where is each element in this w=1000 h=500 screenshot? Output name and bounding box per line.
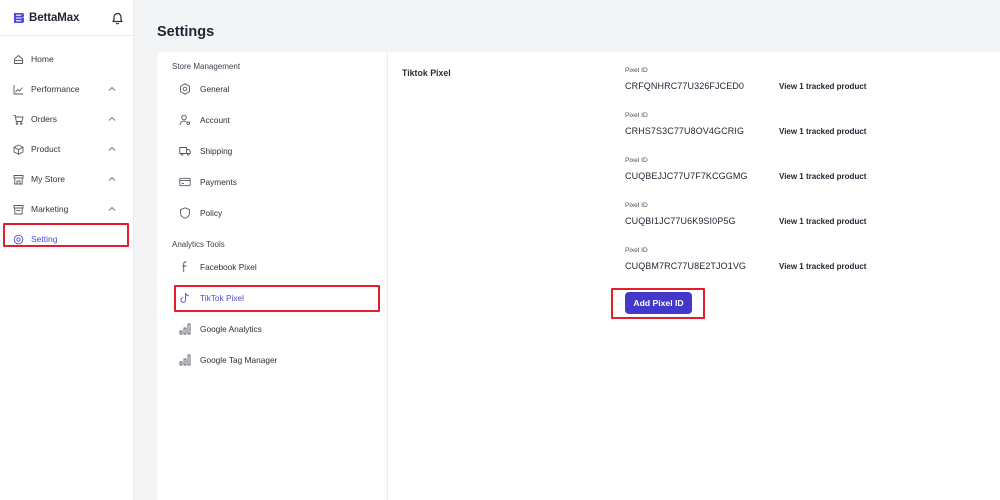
- brand[interactable]: BettaMax: [13, 10, 79, 26]
- chart-icon: [13, 84, 23, 94]
- bar-chart-icon: [179, 323, 191, 335]
- menu-label-google-analytics: Google Analytics: [200, 324, 262, 334]
- nav-item-orders[interactable]: Orders: [0, 104, 134, 134]
- shield-icon: [180, 207, 190, 219]
- chevron-up-icon[interactable]: [108, 175, 116, 183]
- settings-menu: Store Management General Account Shippin…: [157, 52, 388, 500]
- sidebar-divider: [0, 35, 134, 36]
- card-icon: [179, 177, 191, 187]
- home-icon: [14, 54, 23, 64]
- nav-label-orders: Orders: [31, 114, 57, 124]
- pixel-id-label: Pixel ID: [625, 247, 648, 254]
- bar-chart-icon: [179, 354, 191, 366]
- pixel-id-label: Pixel ID: [625, 157, 648, 164]
- analytics-tools-heading: Analytics Tools: [172, 240, 225, 249]
- nav-label-marketing: Marketing: [31, 204, 69, 214]
- page-title: Settings: [157, 24, 215, 40]
- nav-item-product[interactable]: Product: [0, 134, 134, 164]
- store-icon: [13, 174, 24, 184]
- add-pixel-id-highlight-box: [611, 288, 705, 319]
- menu-label-facebook-pixel: Facebook Pixel: [200, 262, 257, 272]
- menu-label-payments: Payments: [200, 177, 237, 187]
- nav-label-product: Product: [31, 144, 61, 154]
- nav-label-home: Home: [31, 54, 54, 64]
- view-tracked-product-link[interactable]: View 1 tracked product: [779, 127, 866, 136]
- brand-logo-icon: [14, 13, 24, 23]
- pixel-id-label: Pixel ID: [625, 67, 648, 74]
- nav-item-performance[interactable]: Performance: [0, 74, 134, 104]
- gear-icon: [180, 83, 190, 95]
- chevron-up-icon[interactable]: [108, 145, 116, 153]
- pixel-id-value: CUQBI1JC77U6K9SI0P5G: [625, 216, 736, 226]
- settings-card: Store Management General Account Shippin…: [157, 52, 1000, 500]
- facebook-icon: [182, 261, 187, 272]
- menu-item-policy[interactable]: Policy: [179, 203, 222, 223]
- pixel-id-value: CUQBM7RC77U8E2TJO1VG: [625, 261, 747, 271]
- menu-label-general: General: [200, 84, 230, 94]
- pixel-id-value: CRFQNHRC77U326FJCED0: [625, 81, 745, 91]
- store-management-heading: Store Management: [172, 62, 241, 71]
- nav-label-performance: Performance: [31, 84, 80, 94]
- menu-item-google-tag-manager[interactable]: Google Tag Manager: [179, 350, 277, 370]
- setting-highlight-box: [3, 223, 129, 247]
- view-tracked-product-link[interactable]: View 1 tracked product: [779, 262, 866, 271]
- menu-label-google-tag-manager: Google Tag Manager: [200, 355, 278, 365]
- nav-item-my-store[interactable]: My Store: [0, 164, 134, 194]
- view-tracked-product-link[interactable]: View 1 tracked product: [779, 217, 866, 226]
- brand-name: BettaMax: [29, 12, 80, 24]
- menu-label-policy: Policy: [200, 208, 223, 218]
- content-title: Tiktok Pixel: [402, 68, 451, 78]
- tiktok-pixel-highlight-box: [174, 285, 380, 312]
- pixel-id-value: CRHS7S3C77U8OV4GCRIG: [625, 126, 745, 136]
- view-tracked-product-link[interactable]: View 1 tracked product: [779, 172, 866, 181]
- pixel-id-value: CUQBEJJC77U7F7KCGGMG: [625, 171, 748, 181]
- nav-item-marketing[interactable]: Marketing: [0, 194, 134, 224]
- chevron-up-icon[interactable]: [108, 85, 116, 93]
- menu-item-general[interactable]: General: [179, 79, 230, 99]
- bell-icon[interactable]: [111, 11, 124, 25]
- nav-label-my-store: My Store: [31, 174, 66, 184]
- pixel-id-label: Pixel ID: [625, 202, 648, 209]
- menu-item-shipping[interactable]: Shipping: [179, 141, 232, 161]
- menu-item-payments[interactable]: Payments: [179, 172, 237, 192]
- view-tracked-product-link[interactable]: View 1 tracked product: [779, 82, 866, 91]
- user-icon: [179, 114, 191, 126]
- menu-item-google-analytics[interactable]: Google Analytics: [179, 319, 262, 339]
- sidebar: BettaMax Home Performance Orders Product…: [0, 0, 134, 500]
- box-icon: [13, 143, 24, 155]
- cart-icon: [13, 114, 24, 125]
- nav-item-home[interactable]: Home: [0, 44, 134, 74]
- menu-item-facebook-pixel[interactable]: Facebook Pixel: [179, 257, 257, 277]
- menu-item-account[interactable]: Account: [179, 110, 230, 130]
- menu-label-account: Account: [200, 115, 230, 125]
- pixel-id-label: Pixel ID: [625, 112, 648, 119]
- megaphone-icon: [13, 204, 24, 214]
- menu-label-shipping: Shipping: [200, 146, 233, 156]
- truck-icon: [179, 147, 191, 156]
- chevron-up-icon[interactable]: [108, 205, 116, 213]
- chevron-up-icon[interactable]: [108, 115, 116, 123]
